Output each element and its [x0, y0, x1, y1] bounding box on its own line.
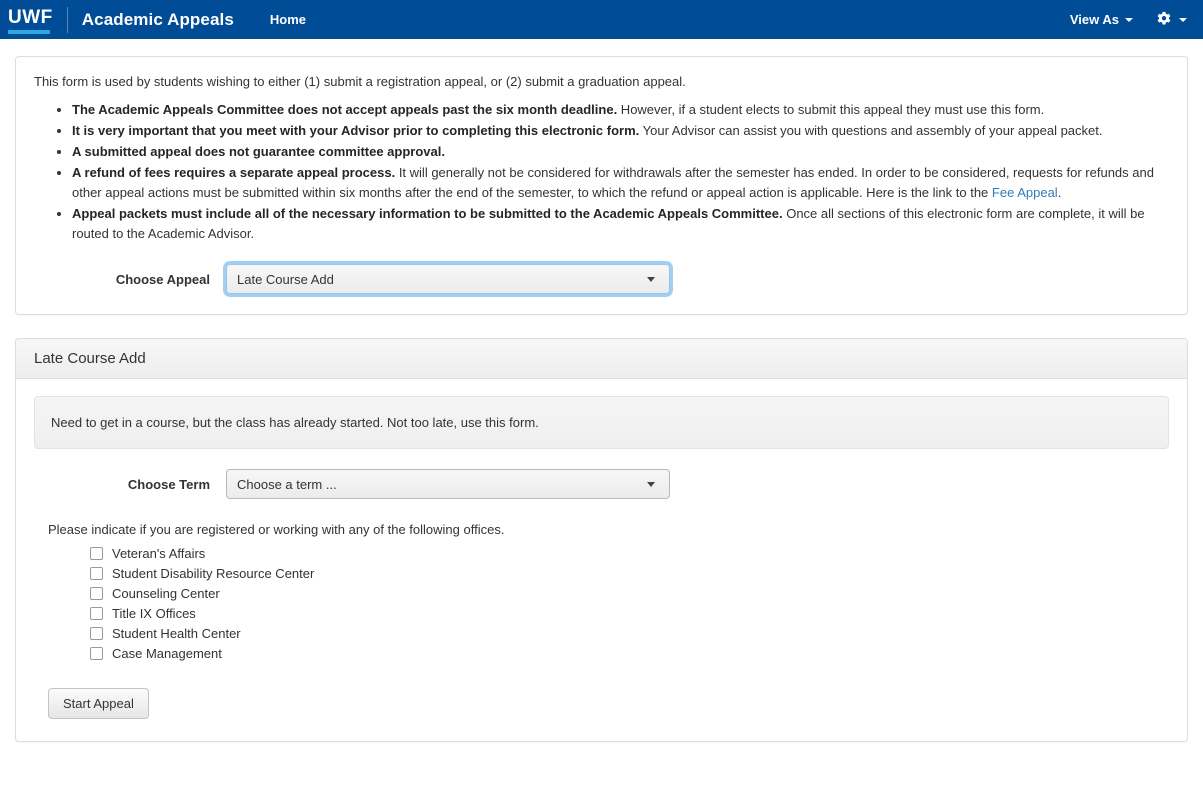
chevron-down-icon — [1125, 17, 1133, 22]
fee-appeal-link[interactable]: Fee Appeal — [992, 185, 1058, 200]
checkbox-counseling-center[interactable] — [90, 586, 103, 600]
view-as-label: View As — [1069, 12, 1119, 27]
offices-prompt: Please indicate if you are registered or… — [48, 522, 505, 537]
nav-link-home[interactable]: Home — [264, 8, 312, 31]
checkbox-veterans-affairs[interactable] — [90, 546, 103, 560]
start-appeal-button[interactable]: Start Appeal — [48, 688, 149, 719]
checkbox-label: Counseling Center — [112, 585, 220, 601]
gear-icon — [1155, 11, 1173, 29]
list-item: Counseling Center — [90, 583, 1169, 603]
late-course-add-body: Need to get in a course, but the class h… — [16, 379, 1187, 741]
list-item: Appeal packets must include all of the n… — [72, 204, 1169, 244]
note-bold: The Academic Appeals Committee does not … — [72, 102, 618, 117]
note-rest: Your Advisor can assist you with questio… — [639, 123, 1103, 138]
note-bold: A submitted appeal does not guarantee co… — [72, 144, 445, 159]
instructions-body: This form is used by students wishing to… — [16, 57, 1187, 314]
navbar-left-group: UWF Academic Appeals Home — [0, 0, 312, 39]
note-bold: Appeal packets must include all of the n… — [72, 206, 783, 221]
checkbox-label: Veteran's Affairs — [112, 545, 206, 561]
checkbox-title-ix-offices[interactable] — [90, 606, 103, 620]
checkbox-student-health-center[interactable] — [90, 626, 103, 640]
uwf-logo-underline — [8, 29, 50, 34]
page-content: This form is used by students wishing to… — [0, 39, 1203, 742]
list-item: A submitted appeal does not guarantee co… — [72, 142, 1169, 162]
navbar-right-group: View As — [1070, 11, 1187, 29]
list-item: Case Management — [90, 643, 1169, 663]
uwf-logo[interactable]: UWF — [0, 0, 67, 39]
checkbox-label: Case Management — [112, 645, 222, 661]
list-item: Student Disability Resource Center — [90, 563, 1169, 583]
note-rest: However, if a student elects to submit t… — [617, 102, 1045, 117]
choose-term-row: Choose Term Choose a term ... — [34, 469, 1169, 499]
panel-title: Late Course Add — [16, 339, 1187, 379]
chevron-down-icon — [647, 482, 655, 487]
list-item: A refund of fees requires a separate app… — [72, 163, 1169, 203]
list-item: Veteran's Affairs — [90, 543, 1169, 563]
checkbox-case-management[interactable] — [90, 646, 103, 660]
choose-appeal-row: Choose Appeal Late Course Add — [34, 264, 1169, 294]
choose-appeal-select[interactable]: Late Course Add — [226, 264, 670, 294]
choose-term-select[interactable]: Choose a term ... — [226, 469, 670, 499]
note-after-link: . — [1057, 185, 1062, 200]
choose-term-label: Choose Term — [127, 476, 210, 492]
checkbox-student-disability-resource-center[interactable] — [90, 566, 103, 580]
choose-appeal-value: Late Course Add — [237, 271, 334, 287]
checkbox-label: Student Health Center — [112, 625, 241, 641]
list-item: It is very important that you meet with … — [72, 121, 1169, 141]
intro-paragraph: This form is used by students wishing to… — [34, 74, 686, 89]
offices-checkbox-list: Veteran's Affairs Student Disability Res… — [90, 543, 1169, 663]
view-as-menu[interactable]: View As — [1070, 12, 1133, 27]
note-bold: A refund of fees requires a separate app… — [72, 165, 396, 180]
checkbox-label: Student Disability Resource Center — [112, 565, 315, 581]
uwf-logo-text: UWF — [8, 6, 53, 28]
settings-menu[interactable] — [1155, 11, 1187, 29]
list-item: Title IX Offices — [90, 603, 1169, 623]
top-navigation-bar: UWF Academic Appeals Home View As — [0, 0, 1203, 39]
instruction-list: The Academic Appeals Committee does not … — [34, 100, 1169, 244]
chevron-down-icon — [1179, 17, 1187, 22]
instructions-panel: This form is used by students wishing to… — [15, 56, 1188, 315]
navbar-divider — [66, 6, 68, 33]
list-item: The Academic Appeals Committee does not … — [72, 100, 1169, 120]
info-alert: Need to get in a course, but the class h… — [34, 396, 1169, 449]
choose-term-value: Choose a term ... — [237, 476, 337, 492]
app-title: Academic Appeals — [81, 9, 234, 29]
chevron-down-icon — [647, 277, 655, 282]
note-bold: It is very important that you meet with … — [72, 123, 640, 138]
choose-appeal-label: Choose Appeal — [115, 271, 210, 287]
late-course-add-panel: Late Course Add Need to get in a course,… — [15, 338, 1188, 742]
checkbox-label: Title IX Offices — [112, 605, 196, 621]
list-item: Student Health Center — [90, 623, 1169, 643]
